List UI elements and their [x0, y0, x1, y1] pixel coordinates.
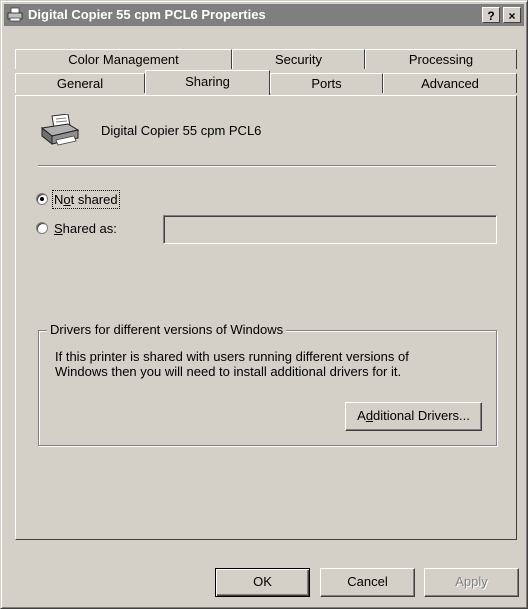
tab-processing[interactable]: Processing — [365, 49, 517, 69]
additional-drivers-button[interactable]: Additional Drivers... — [345, 402, 482, 431]
printer-icon — [40, 114, 80, 146]
radio-unselected-icon — [36, 222, 48, 234]
printer-icon — [7, 7, 23, 22]
printer-name: Digital Copier 55 cpm PCL6 — [101, 123, 262, 138]
tab-general[interactable]: General — [15, 73, 145, 93]
tab-ports[interactable]: Ports — [270, 73, 383, 93]
tab-advanced[interactable]: Advanced — [383, 73, 517, 93]
separator — [38, 165, 496, 167]
title-bar: Digital Copier 55 cpm PCL6 Properties ? … — [4, 4, 524, 26]
properties-dialog: Digital Copier 55 cpm PCL6 Properties ? … — [0, 0, 528, 609]
close-button[interactable]: × — [503, 7, 521, 23]
apply-button[interactable]: Apply — [424, 568, 519, 597]
radio-selected-icon — [36, 193, 48, 205]
drivers-group-title: Drivers for different versions of Window… — [47, 322, 287, 337]
sharing-panel: Digital Copier 55 cpm PCL6 Not shared Sh… — [15, 95, 517, 540]
window-title: Digital Copier 55 cpm PCL6 Properties — [28, 7, 266, 22]
not-shared-radio[interactable]: Not shared — [36, 190, 156, 209]
help-button[interactable]: ? — [482, 7, 500, 23]
shared-as-label: Shared as: — [54, 221, 117, 236]
cancel-button[interactable]: Cancel — [320, 568, 415, 597]
tab-color-management[interactable]: Color Management — [15, 49, 232, 69]
not-shared-label: Not shared — [52, 190, 120, 209]
shared-as-radio[interactable]: Shared as: — [36, 221, 156, 237]
share-name-input[interactable] — [163, 215, 497, 244]
tab-sharing[interactable]: Sharing — [145, 70, 270, 95]
drivers-group-description: If this printer is shared with users run… — [55, 349, 409, 379]
tab-security[interactable]: Security — [232, 49, 365, 69]
drivers-groupbox: Drivers for different versions of Window… — [38, 322, 497, 446]
ok-button[interactable]: OK — [215, 568, 310, 597]
